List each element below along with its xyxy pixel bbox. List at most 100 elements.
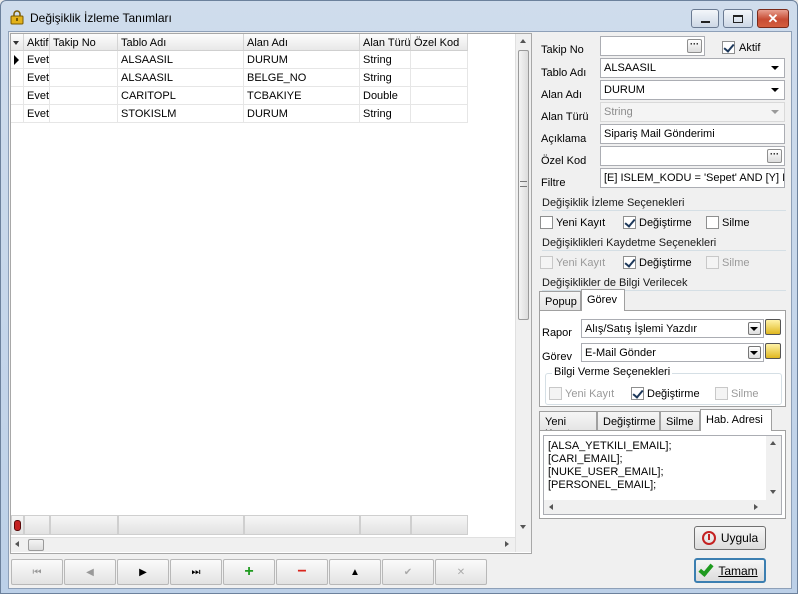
rapor-select[interactable]: Alış/Satış İşlemi Yazdır [581,319,764,338]
kaydetme-yeni-label: Yeni Kayıt [556,257,606,269]
cell-takip-no[interactable] [50,51,118,69]
dropdown-button[interactable] [748,346,761,359]
tab-degistirme[interactable]: Değiştirme [597,411,660,431]
cell-takip-no[interactable] [50,105,118,123]
cell-alan-turu[interactable]: String [360,51,411,69]
izleme-degistirme-checkbox[interactable] [623,216,636,229]
cell-takip-no[interactable] [50,87,118,105]
dropdown-button[interactable] [748,322,761,335]
alan-turu-select[interactable]: String [600,102,785,122]
ellipsis-button[interactable]: ··· [767,149,782,163]
next-record-button[interactable]: ▶ [117,559,169,585]
cell-alan-turu[interactable]: String [360,69,411,87]
cell-alan-turu[interactable]: Double [360,87,411,105]
cell-tablo-adi[interactable]: ALSAASIL [118,51,244,69]
scroll-down-icon[interactable] [770,490,776,494]
address-hscroll[interactable] [544,500,781,514]
alan-adi-select[interactable]: DURUM [600,80,785,100]
kaydetme-silme-checkbox[interactable] [706,256,719,269]
footer-cell [411,515,468,535]
task-lookup-icon[interactable] [765,343,781,359]
kaydetme-yeni-checkbox[interactable] [540,256,553,269]
cancel-record-button[interactable]: ✕ [435,559,487,585]
cell-alan-adi[interactable]: BELGE_NO [244,69,360,87]
cell-alan-adi[interactable]: DURUM [244,51,360,69]
cell-alan-adi[interactable]: DURUM [244,105,360,123]
aciklama-field[interactable]: Sipariş Mail Gönderimi [600,124,785,144]
tamam-button[interactable]: Tamam [694,558,766,583]
cell-tablo-adi[interactable]: CARITOPL [118,87,244,105]
last-record-button[interactable]: ⏭ [170,559,222,585]
column-header-ozel-kod[interactable]: Özel Kod [411,34,468,51]
delete-record-button[interactable]: − [276,559,328,585]
scroll-left-icon[interactable] [549,504,553,510]
cell-takip-no[interactable] [50,69,118,87]
column-header-alan-adi[interactable]: Alan Adı [244,34,360,51]
cell-aktif[interactable]: Evet [24,87,50,105]
close-button[interactable]: ✕ [757,9,789,28]
cell-ozel-kod[interactable] [411,51,468,69]
address-vscroll[interactable] [766,436,781,500]
cell-alan-turu[interactable]: String [360,105,411,123]
bilgi-silme-checkbox[interactable] [715,387,728,400]
column-header-takip-no[interactable]: Takip No [50,34,118,51]
izleme-yeni-checkbox[interactable] [540,216,553,229]
table-row[interactable]: Evet ALSAASIL BELGE_NO String [11,69,517,87]
tab-hab-adresi[interactable]: Hab. Adresi [700,409,772,431]
ozel-kod-field[interactable]: ··· [600,146,785,166]
edit-record-button[interactable]: ▲ [329,559,381,585]
tab-silme[interactable]: Silme [660,411,700,431]
add-record-button[interactable]: + [223,559,275,585]
takip-no-field[interactable]: ··· [600,36,705,56]
minimize-button[interactable] [691,9,719,28]
cell-ozel-kod[interactable] [411,69,468,87]
data-grid[interactable]: Aktif Takip No Tablo Adı Alan Adı Alan T… [10,33,532,554]
address-list[interactable]: [ALSA_YETKILI_EMAIL]; [CARI_EMAIL]; [NUK… [543,435,782,515]
app-window: Değişiklik İzleme Tanımları ✕ Aktif Taki… [0,0,798,594]
uygula-button[interactable]: Uygula [694,526,766,550]
tab-gorev[interactable]: Görev [581,289,625,311]
tab-popup[interactable]: Popup [539,291,581,311]
post-record-button[interactable]: ✔ [382,559,434,585]
report-lookup-icon[interactable] [765,319,781,335]
table-row[interactable]: Evet STOKISLM DURUM String [11,105,517,123]
column-header-tablo-adi[interactable]: Tablo Adı [118,34,244,51]
cell-tablo-adi[interactable]: ALSAASIL [118,69,244,87]
row-indicator-header[interactable] [11,34,24,51]
scroll-down-icon[interactable] [520,525,526,529]
scroll-up-icon[interactable] [520,39,526,43]
bilgi-secenek-group: Bilgi Verme Seçenekleri Yeni Kayıt Değiş… [545,366,782,405]
first-record-button[interactable]: ⏮ [11,559,63,585]
cell-aktif[interactable]: Evet [24,51,50,69]
scroll-up-icon[interactable] [770,441,776,445]
gorev-select[interactable]: E-Mail Gönder [581,343,764,362]
kaydetme-degistirme-checkbox[interactable] [623,256,636,269]
scroll-right-icon[interactable] [754,504,758,510]
column-header-aktif[interactable]: Aktif [24,34,50,51]
tab-yeni-kayit[interactable]: Yeni Kayıt [539,411,597,440]
cell-aktif[interactable]: Evet [24,105,50,123]
cell-alan-adi[interactable]: TCBAKIYE [244,87,360,105]
cell-ozel-kod[interactable] [411,105,468,123]
column-header-alan-turu[interactable]: Alan Türü [360,34,411,51]
cell-ozel-kod[interactable] [411,87,468,105]
horizontal-scrollbar[interactable] [11,537,515,552]
scroll-right-icon[interactable] [505,541,509,547]
scroll-thumb[interactable] [28,539,44,551]
scroll-left-icon[interactable] [15,541,19,547]
cell-aktif[interactable]: Evet [24,69,50,87]
bilgi-yeni-checkbox[interactable] [549,387,562,400]
maximize-button[interactable] [723,9,753,28]
dropdown-arrow-icon [13,41,19,45]
aktif-checkbox[interactable] [722,41,735,54]
filtre-field[interactable]: [E] ISLEM_KODU = 'Sepet' AND [Y] IS [600,168,785,188]
prev-record-button[interactable]: ◀ [64,559,116,585]
vertical-scrollbar[interactable] [515,34,531,552]
ellipsis-button[interactable]: ··· [687,39,702,53]
table-row[interactable]: Evet ALSAASIL DURUM String [11,51,517,69]
bilgi-degistirme-checkbox[interactable] [631,387,644,400]
izleme-silme-checkbox[interactable] [706,216,719,229]
table-row[interactable]: Evet CARITOPL TCBAKIYE Double [11,87,517,105]
tablo-adi-select[interactable]: ALSAASIL [600,58,785,78]
cell-tablo-adi[interactable]: STOKISLM [118,105,244,123]
